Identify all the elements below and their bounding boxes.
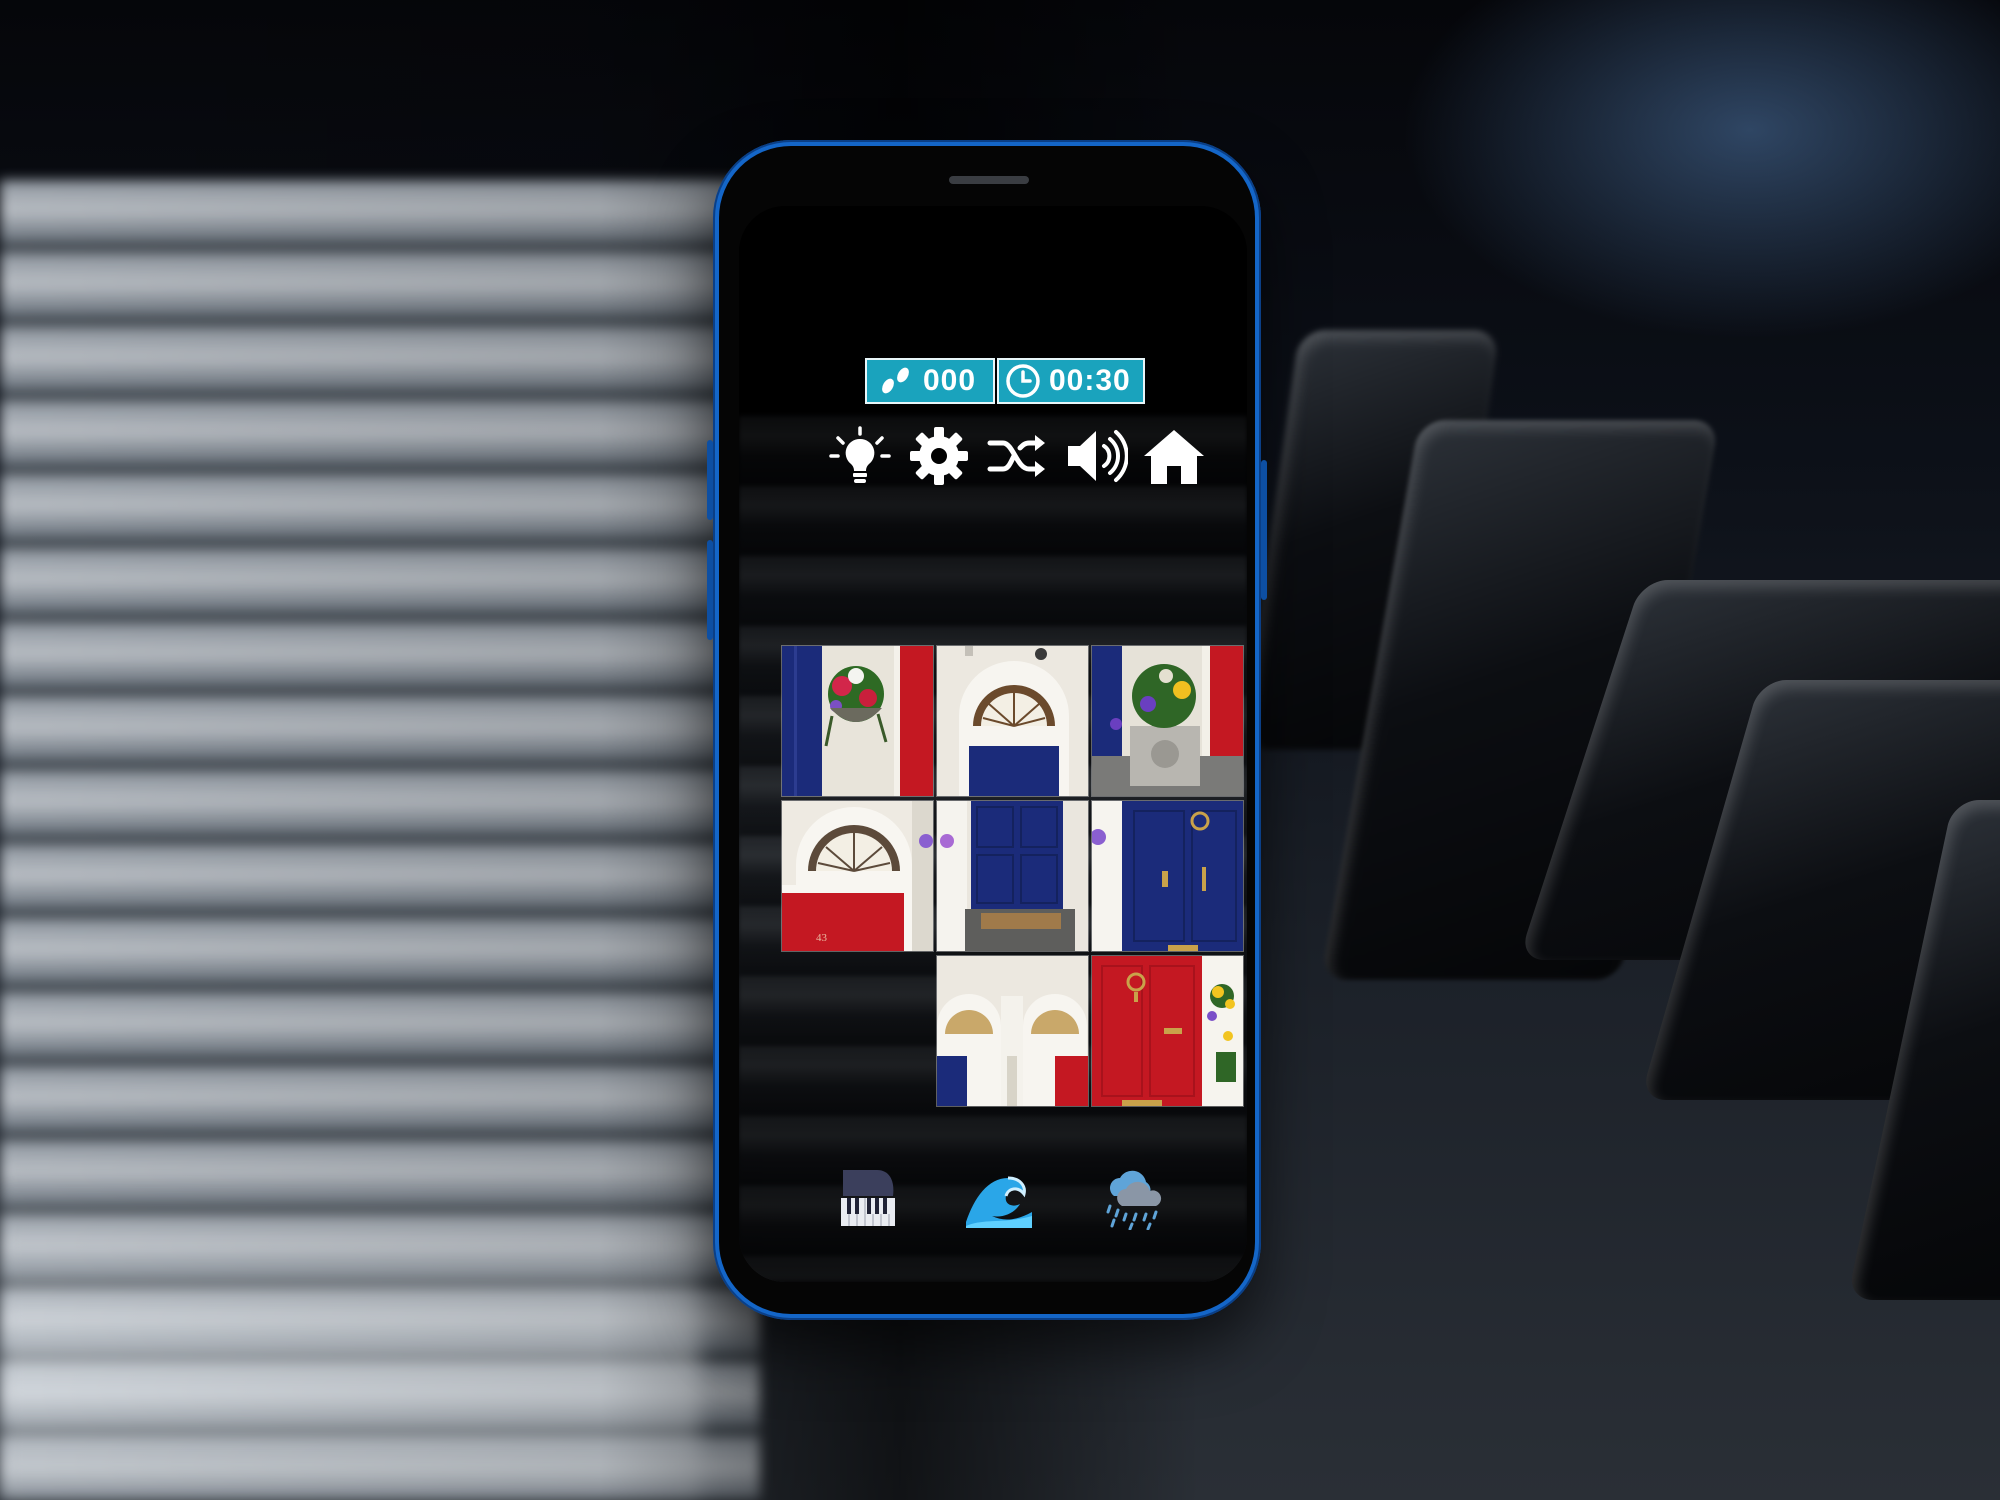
empty-slot[interactable] [781, 955, 934, 1107]
wave-icon [966, 1176, 1032, 1228]
moves-counter: 000 [865, 358, 995, 404]
sliding-puzzle-board: 43 [781, 645, 1246, 1109]
door-number: 43 [816, 932, 828, 944]
puzzle-tile-3[interactable] [1091, 645, 1244, 797]
timer-value: 00:30 [1049, 364, 1131, 397]
status-counters: 000 00:30 [865, 358, 1145, 408]
tile-image [937, 956, 1088, 1106]
phone-mockup: 000 00:30 43 [707, 140, 1267, 1320]
puzzle-tile-4[interactable]: 43 [781, 800, 934, 952]
app-screen: 000 00:30 43 [739, 206, 1247, 1282]
tile-image: 43 [782, 801, 933, 951]
ambient-sound-bar [829, 1158, 1169, 1238]
phone-bezel: 000 00:30 43 [719, 146, 1255, 1314]
home-button[interactable] [1141, 423, 1207, 489]
puzzle-tile-8[interactable] [936, 955, 1089, 1107]
settings-button[interactable] [906, 423, 972, 489]
game-toolbar [827, 416, 1207, 496]
background-glow [1400, 0, 2000, 340]
puzzle-tile-2[interactable] [936, 645, 1089, 797]
tile-image [782, 646, 933, 796]
piano-icon [841, 1170, 895, 1226]
puzzle-tile-6[interactable] [1091, 800, 1244, 952]
tile-image [937, 646, 1088, 796]
tile-image [1092, 646, 1243, 796]
tile-image [1092, 801, 1243, 951]
hint-button[interactable] [827, 423, 893, 489]
lightbulb-icon [829, 426, 891, 483]
rain-cloud-icon [1106, 1170, 1162, 1230]
footsteps-icon [882, 367, 909, 394]
earpiece-speaker [949, 176, 1029, 184]
gear-icon [909, 427, 968, 485]
clock-icon [1006, 364, 1040, 398]
ocean-sound-button[interactable] [961, 1160, 1037, 1236]
puzzle-tile-1[interactable] [781, 645, 934, 797]
power-button [1261, 460, 1267, 600]
tile-image [937, 801, 1088, 951]
shuffle-icon [987, 435, 1045, 477]
volume-up-button [707, 440, 713, 520]
tile-image [1092, 956, 1243, 1106]
timer-counter: 00:30 [997, 358, 1145, 404]
sound-button[interactable] [1063, 423, 1129, 489]
puzzle-tile-9[interactable] [1091, 955, 1244, 1107]
shuffle-button[interactable] [984, 423, 1050, 489]
speaker-icon [1067, 430, 1128, 482]
piano-sound-button[interactable] [829, 1160, 905, 1236]
moves-value: 000 [923, 364, 977, 397]
puzzle-tile-5[interactable] [936, 800, 1089, 952]
volume-down-button [707, 540, 713, 640]
home-icon [1144, 430, 1204, 484]
rain-sound-button[interactable] [1093, 1160, 1169, 1236]
